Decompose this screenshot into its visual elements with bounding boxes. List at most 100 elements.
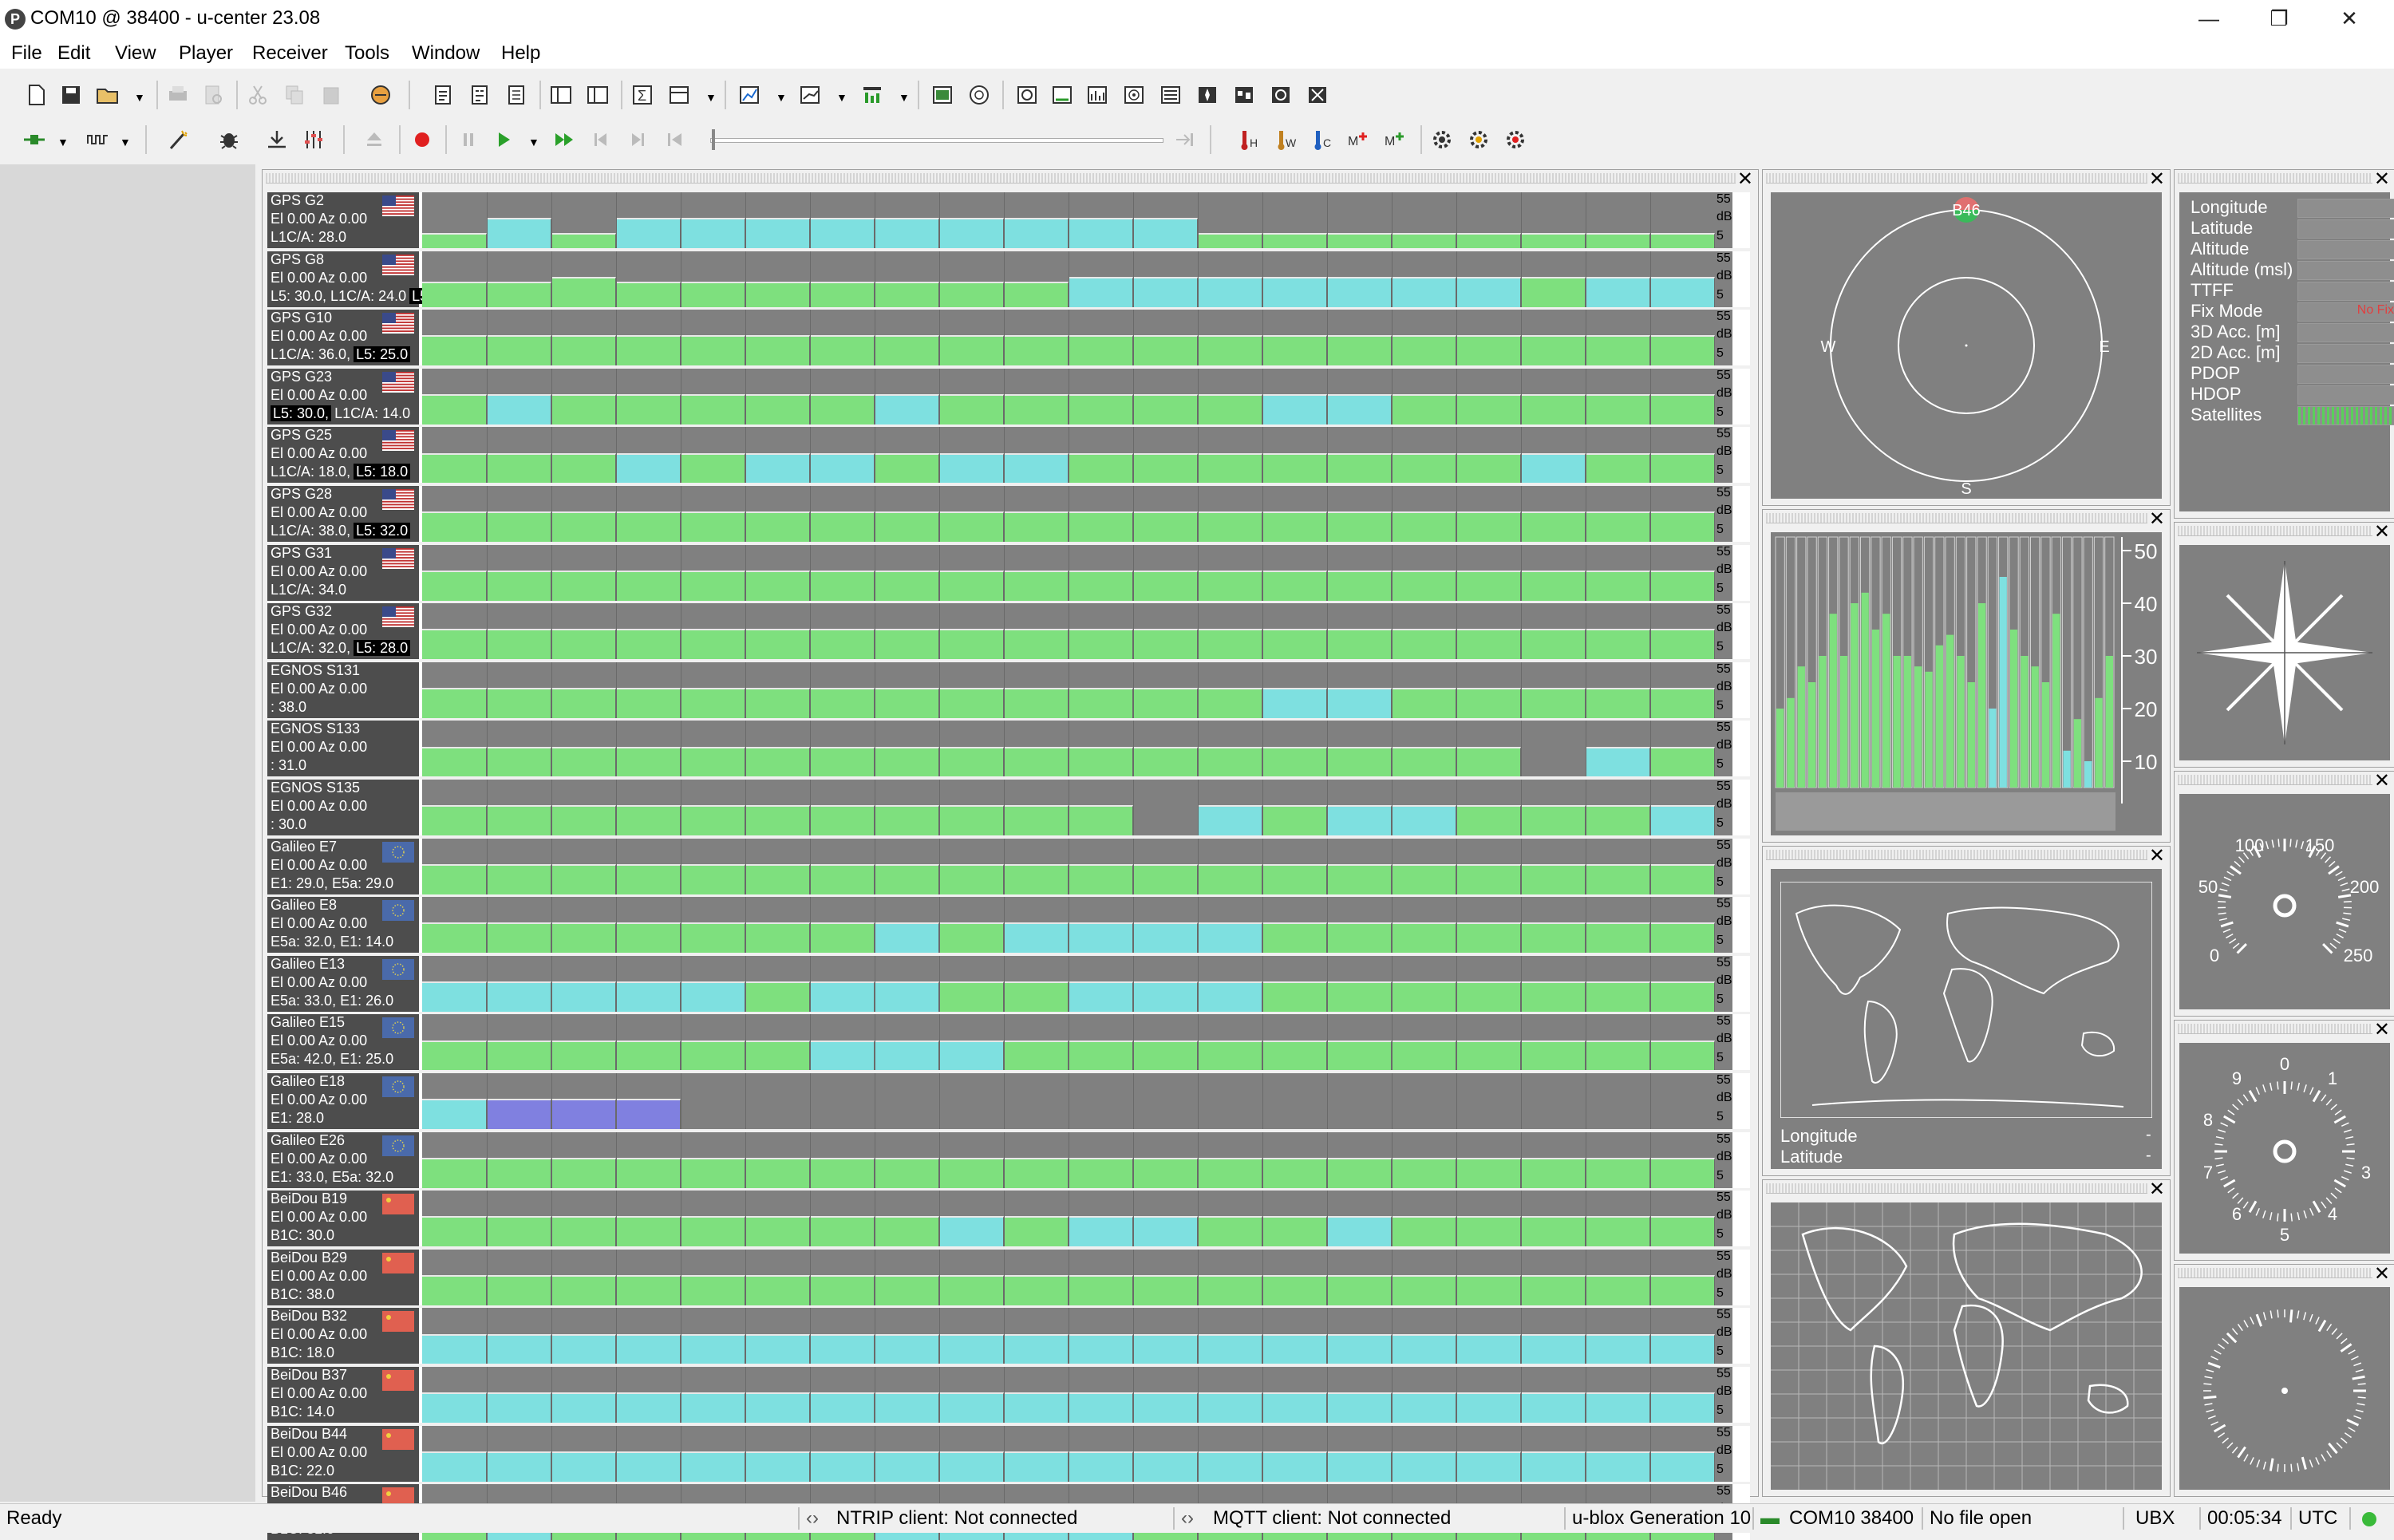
signal-bar [681, 1334, 745, 1364]
bar-chart-dropdown-chevron-icon[interactable]: ▼ [899, 91, 910, 104]
docking-right-icon[interactable] [584, 81, 611, 109]
msg-add-green-icon[interactable]: M [1382, 126, 1409, 153]
chart-dropdown-chevron-icon[interactable]: ▼ [776, 91, 787, 104]
mqtt-icon[interactable]: ‹› [1181, 1507, 1194, 1530]
signal-bar [1133, 277, 1198, 307]
gear-icon[interactable] [1428, 126, 1456, 153]
baudrate-icon[interactable] [85, 126, 112, 153]
panel-grip[interactable] [266, 173, 1736, 184]
histogram-icon[interactable] [796, 81, 824, 109]
messages-view-icon[interactable] [503, 81, 530, 109]
panel-grip[interactable] [1766, 1183, 2147, 1194]
satellite-info: Galileo E18El 0.00 Az 0.00E1: 28.0 [267, 1073, 419, 1129]
data-view-icon[interactable] [1157, 81, 1184, 109]
autobauding-icon[interactable] [164, 126, 192, 153]
signal-history-icon[interactable] [1084, 81, 1111, 109]
poll-icon[interactable] [263, 126, 290, 153]
chart-view-icon[interactable] [736, 81, 763, 109]
panel-grip[interactable] [2178, 1268, 2372, 1278]
play-icon[interactable] [490, 126, 517, 153]
open-icon[interactable] [94, 81, 121, 109]
grid-line [1456, 839, 1457, 894]
deviation-map-icon[interactable] [1013, 81, 1041, 109]
close-icon[interactable]: ✕ [2374, 524, 2390, 540]
signal-bar [1069, 1334, 1133, 1364]
panel-grip[interactable] [2178, 1024, 2372, 1034]
table-dropdown-chevron-icon[interactable]: ▼ [705, 91, 717, 104]
menu-tools[interactable]: Tools [338, 41, 396, 66]
playback-slider-track[interactable] [710, 138, 1163, 143]
status-separator [2349, 1507, 2351, 1530]
docking-left-icon[interactable] [547, 81, 575, 109]
menu-player[interactable]: Player [172, 41, 239, 66]
warm-start-icon[interactable]: W [1272, 126, 1299, 153]
close-icon[interactable]: ✕ [2374, 773, 2390, 789]
save-icon[interactable] [57, 81, 85, 109]
gear-config-icon[interactable] [1465, 126, 1492, 153]
debug-icon[interactable] [215, 126, 243, 153]
gear-reset-icon[interactable] [1502, 126, 1529, 153]
close-icon[interactable]: ✕ [2374, 1022, 2390, 1038]
close-icon[interactable]: ✕ [2149, 848, 2165, 864]
speed-gauge-icon[interactable] [1267, 81, 1294, 109]
menu-file[interactable]: File [5, 41, 49, 66]
msg-add-red-icon[interactable]: M [1345, 126, 1373, 153]
ntrip-icon[interactable]: ‹› [806, 1507, 819, 1530]
hot-start-icon[interactable]: H [1235, 126, 1262, 153]
menu-edit[interactable]: Edit [51, 41, 97, 66]
menu-view[interactable]: View [109, 41, 163, 66]
close-icon[interactable]: ✕ [2149, 172, 2165, 188]
status-mqtt[interactable]: MQTT client: Not connected [1213, 1507, 1451, 1530]
statistics-icon[interactable]: Σ [629, 81, 656, 109]
packet-console-icon[interactable] [367, 81, 394, 109]
menu-help[interactable]: Help [495, 41, 547, 66]
close-icon[interactable]: ✕ [2149, 1182, 2165, 1198]
close-icon[interactable]: ✕ [2374, 172, 2390, 188]
gauge-tick [2205, 1404, 2213, 1405]
open-dropdown-chevron-icon[interactable]: ▼ [134, 91, 145, 104]
sky-view-icon[interactable] [966, 81, 993, 109]
connection-icon[interactable] [21, 126, 48, 153]
record-icon[interactable] [409, 126, 436, 153]
panel-grip[interactable] [1766, 173, 2147, 184]
panel-grip[interactable] [2178, 526, 2372, 536]
world-map-view-icon[interactable] [1231, 81, 1258, 109]
play-dropdown-chevron-icon[interactable]: ▼ [528, 136, 539, 148]
minimize-button[interactable]: — [2174, 0, 2244, 38]
close-button[interactable]: ✕ [2314, 0, 2384, 38]
new-file-icon[interactable] [22, 81, 49, 109]
signal-bar [939, 688, 1004, 718]
menu-receiver[interactable]: Receiver [246, 41, 334, 66]
close-icon[interactable]: ✕ [2149, 511, 2165, 527]
histogram-dropdown-chevron-icon[interactable]: ▼ [836, 91, 847, 104]
restore-button[interactable]: ❐ [2244, 0, 2314, 38]
connection-dropdown-chevron-icon[interactable]: ▼ [57, 136, 69, 148]
panel-grip[interactable] [1766, 513, 2147, 523]
binary-console-icon[interactable] [466, 81, 493, 109]
signal-bar [616, 1216, 681, 1246]
status-ntrip[interactable]: NTRIP client: Not connected [836, 1507, 1077, 1530]
menu-window[interactable]: Window [405, 41, 486, 66]
sky-plot-icon[interactable] [1120, 81, 1148, 109]
compass-view-icon[interactable] [1194, 81, 1221, 109]
signal-history-bars: 55dB5 [422, 192, 1732, 248]
satellite-signal-icon[interactable] [1049, 81, 1076, 109]
cold-start-icon[interactable]: C [1309, 126, 1336, 153]
text-console-icon[interactable] [429, 81, 456, 109]
panel-grip[interactable] [2178, 173, 2372, 184]
clock-gauge-icon[interactable] [1304, 81, 1331, 109]
scale-label: dB [1716, 386, 1732, 401]
close-icon[interactable]: ✕ [2374, 1266, 2390, 1282]
panel-grip[interactable] [1766, 850, 2147, 860]
status-port[interactable]: COM10 38400 [1789, 1507, 1914, 1530]
settings-sliders-icon[interactable] [300, 126, 327, 153]
playback-slider-thumb[interactable] [712, 129, 715, 150]
fast-forward-icon[interactable] [551, 126, 578, 153]
table-view-icon[interactable] [666, 81, 693, 109]
panel-grip[interactable] [2178, 775, 2372, 785]
bar-chart-icon[interactable] [859, 81, 886, 109]
baudrate-dropdown-chevron-icon[interactable]: ▼ [120, 136, 131, 148]
map-view-icon[interactable] [929, 81, 956, 109]
grid-line [616, 486, 617, 542]
close-icon[interactable]: ✕ [1737, 172, 1753, 188]
